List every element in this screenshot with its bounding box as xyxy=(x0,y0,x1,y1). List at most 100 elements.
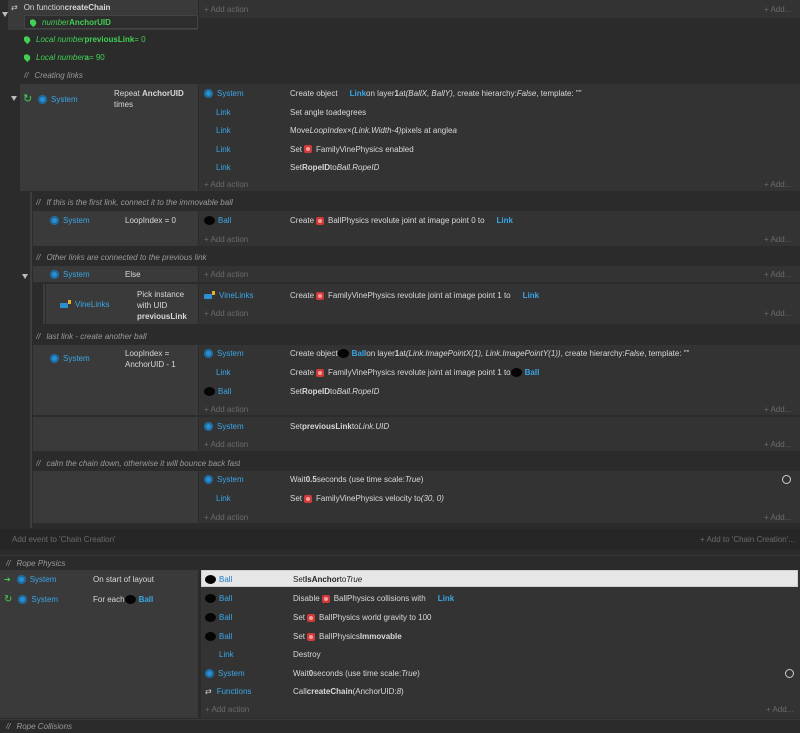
action-text[interactable]: Set BallPhysics Immovable xyxy=(293,630,402,643)
action-text[interactable]: Set FamilyVinePhysics enabled xyxy=(290,142,414,156)
rope-actions-panel[interactable] xyxy=(201,570,800,718)
action-row[interactable]: System xyxy=(204,347,244,360)
add-action-link[interactable]: + Add action xyxy=(204,403,248,415)
collapse-toggle[interactable] xyxy=(11,94,17,103)
action-object[interactable]: Ball xyxy=(205,630,232,643)
action-object[interactable]: VineLinks xyxy=(204,289,254,302)
action-object[interactable]: Link xyxy=(216,105,231,119)
add-action-link[interactable]: + Add action xyxy=(204,438,248,450)
action-text[interactable]: Create BallPhysics revolute joint at ima… xyxy=(290,214,513,227)
action-row[interactable]: System xyxy=(204,420,244,433)
action-object[interactable]: Link xyxy=(216,492,231,505)
condition-text[interactable]: For each Ball xyxy=(93,593,153,606)
action-text[interactable]: Set previousLink to Link.UID xyxy=(290,420,389,433)
system-object[interactable]: System xyxy=(50,214,90,227)
function-header[interactable]: ⇄ On function createChain xyxy=(11,1,110,14)
action-text[interactable]: Wait 0.5 seconds (use time scale: True) xyxy=(290,473,423,486)
function-param[interactable]: number AnchorUID xyxy=(30,16,111,29)
add-more-link[interactable]: + Add... xyxy=(764,307,791,319)
blank-condition-panel[interactable] xyxy=(33,417,198,451)
ball-icon xyxy=(205,632,216,641)
add-more-link[interactable]: + Add... xyxy=(764,438,791,450)
action-text[interactable]: Create object Ball on layer 1 at (Link.I… xyxy=(290,347,689,360)
group-title[interactable]: //Rope Physics xyxy=(6,557,65,569)
ball-icon xyxy=(205,575,216,584)
action-row[interactable]: System xyxy=(204,86,244,100)
group-title[interactable]: //Rope Collisions xyxy=(6,720,72,732)
start-of-layout-condition[interactable]: ➔ System xyxy=(4,573,56,586)
add-more-link[interactable]: + Add... xyxy=(764,511,791,523)
comment[interactable]: //Other links are connected to the previ… xyxy=(36,251,207,263)
add-more-link[interactable]: + Add... xyxy=(764,178,791,190)
action-text[interactable]: Set BallPhysics world gravity to 100 xyxy=(293,611,432,624)
add-more-link[interactable]: + Add... xyxy=(766,703,793,715)
action-object[interactable]: Ball xyxy=(205,573,232,586)
add-action-link[interactable]: + Add action xyxy=(204,268,248,280)
pick-condition[interactable]: Pick instance with UID previousLink xyxy=(137,289,197,322)
action-row[interactable]: System xyxy=(204,473,244,486)
add-more-link[interactable]: + Add... xyxy=(764,268,791,280)
gear-icon xyxy=(50,269,59,279)
comment[interactable]: //If this is the first link, connect it … xyxy=(36,196,233,208)
gear-icon xyxy=(38,94,47,104)
add-action-link[interactable]: + Add action xyxy=(204,3,248,15)
collapse-toggle[interactable] xyxy=(22,272,28,281)
action-text[interactable]: Set angle to a degrees xyxy=(290,105,366,119)
action-text[interactable]: Call createChain (AnchorUID: 8) xyxy=(293,685,404,698)
add-to-group-link[interactable]: + Add to 'Chain Creation'... xyxy=(700,533,795,545)
add-event-link[interactable]: Add event to 'Chain Creation' xyxy=(12,533,116,545)
system-object[interactable]: System xyxy=(50,352,90,365)
action-text[interactable]: Set RopeID to Ball.RopeID xyxy=(290,160,379,174)
condition-text[interactable]: Else xyxy=(125,268,141,280)
action-text[interactable]: Destroy xyxy=(293,648,321,661)
comment[interactable]: //calm the chain down, otherwise it will… xyxy=(36,457,240,469)
add-action-link[interactable]: + Add action xyxy=(204,307,248,319)
add-action-link[interactable]: + Add action xyxy=(204,511,248,523)
repeat-condition[interactable]: Repeat AnchorUID times xyxy=(114,88,198,110)
condition-text[interactable]: LoopIndex = 0 xyxy=(125,214,176,227)
action-row[interactable]: ⇄ Functions xyxy=(205,685,251,698)
local-variable[interactable]: Local number a = 90 xyxy=(24,51,105,64)
param-pin-icon xyxy=(30,17,38,28)
add-more-link[interactable]: + Add... xyxy=(764,3,791,15)
action-object[interactable]: Link xyxy=(219,648,234,661)
action-object[interactable]: Link xyxy=(216,142,231,156)
action-object[interactable]: Ball xyxy=(205,611,232,624)
action-text[interactable]: Set IsAnchor to True xyxy=(293,573,362,586)
local-variable[interactable]: Local number previousLink = 0 xyxy=(24,33,146,46)
add-action-link[interactable]: + Add action xyxy=(204,178,248,190)
action-text[interactable]: Set FamilyVinePhysics velocity to (30, 0… xyxy=(290,492,444,505)
comment[interactable]: //last link - create another ball xyxy=(36,330,147,342)
for-each-condition[interactable]: ↻ System xyxy=(4,593,58,606)
action-object[interactable]: Link xyxy=(216,366,231,379)
action-text[interactable]: Create object Link on layer 1 at (BallX,… xyxy=(290,86,582,100)
condition-text[interactable]: LoopIndex = AnchorUID - 1 xyxy=(125,348,197,370)
action-row[interactable]: System xyxy=(205,667,245,680)
system-object[interactable]: System xyxy=(38,93,78,105)
repeat-actions[interactable] xyxy=(199,84,800,191)
condition-text[interactable]: On start of layout xyxy=(93,573,154,586)
action-text[interactable]: Disable BallPhysics collisions with Link xyxy=(293,592,454,605)
blank-condition-panel[interactable] xyxy=(33,471,198,523)
repeat-loop-icon: ↻ xyxy=(23,93,33,105)
action-text[interactable]: Create FamilyVinePhysics revolute joint … xyxy=(290,289,539,302)
action-text[interactable]: Set RopeID to Ball.RopeID xyxy=(290,385,379,398)
selected-action-row[interactable] xyxy=(201,570,798,587)
action-object[interactable]: Ball xyxy=(204,214,231,227)
add-more-link[interactable]: + Add... xyxy=(764,233,791,245)
add-action-link[interactable]: + Add action xyxy=(204,233,248,245)
function-action-area[interactable] xyxy=(199,0,800,18)
action-text[interactable]: Wait 0 seconds (use time scale: True) xyxy=(293,667,420,680)
action-object[interactable]: Ball xyxy=(204,385,231,398)
comment[interactable]: //Creating links xyxy=(24,69,83,81)
event-actions[interactable] xyxy=(199,266,800,282)
add-action-link[interactable]: + Add action xyxy=(205,703,249,715)
action-object[interactable]: Link xyxy=(216,123,231,137)
add-more-link[interactable]: + Add... xyxy=(764,403,791,415)
action-text[interactable]: Move LoopIndex×(Link.Width-4) pixels at … xyxy=(290,123,457,137)
action-text[interactable]: Create FamilyVinePhysics revolute joint … xyxy=(290,366,539,379)
action-object[interactable]: Link xyxy=(216,160,231,174)
vinelinks-object[interactable]: VineLinks xyxy=(60,298,110,311)
system-object[interactable]: System xyxy=(50,268,90,280)
action-object[interactable]: Ball xyxy=(205,592,232,605)
